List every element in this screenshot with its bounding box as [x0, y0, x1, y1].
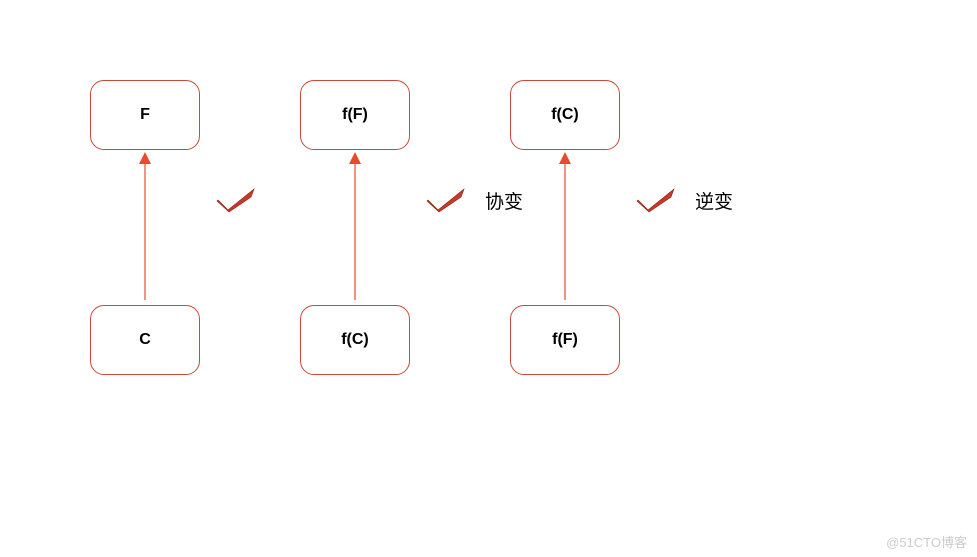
box-bottom: f(C): [300, 305, 410, 375]
variance-label: 逆变: [695, 187, 733, 214]
arrow-container: [555, 150, 575, 305]
box-bottom: C: [90, 305, 200, 375]
box-bottom-label: f(F): [552, 331, 578, 349]
arrow-up-icon: [345, 150, 365, 305]
arrow-container: [345, 150, 365, 305]
column-covariant: f(F) f(C) 协变: [300, 80, 410, 375]
box-top-label: f(C): [551, 106, 579, 124]
column-contravariant: f(C) f(F) 逆变: [510, 80, 620, 375]
box-top-label: f(F): [342, 106, 368, 124]
checkmark-icon: [635, 185, 677, 215]
arrow-up-icon: [555, 150, 575, 305]
box-bottom-label: f(C): [341, 331, 369, 349]
arrow-container: [135, 150, 155, 305]
checkmark-icon: [215, 185, 257, 215]
variance-diagram: F C f(F) f(C): [0, 0, 977, 375]
box-top-label: F: [140, 106, 150, 124]
side-annotation: [215, 185, 275, 215]
side-annotation: 协变: [425, 185, 523, 215]
checkmark-icon: [425, 185, 467, 215]
arrow-up-icon: [135, 150, 155, 305]
watermark: @51CTO博客: [886, 532, 967, 551]
box-bottom: f(F): [510, 305, 620, 375]
side-annotation: 逆变: [635, 185, 733, 215]
box-top: F: [90, 80, 200, 150]
box-top: f(F): [300, 80, 410, 150]
box-top: f(C): [510, 80, 620, 150]
box-bottom-label: C: [139, 331, 151, 349]
column-base: F C: [90, 80, 200, 375]
